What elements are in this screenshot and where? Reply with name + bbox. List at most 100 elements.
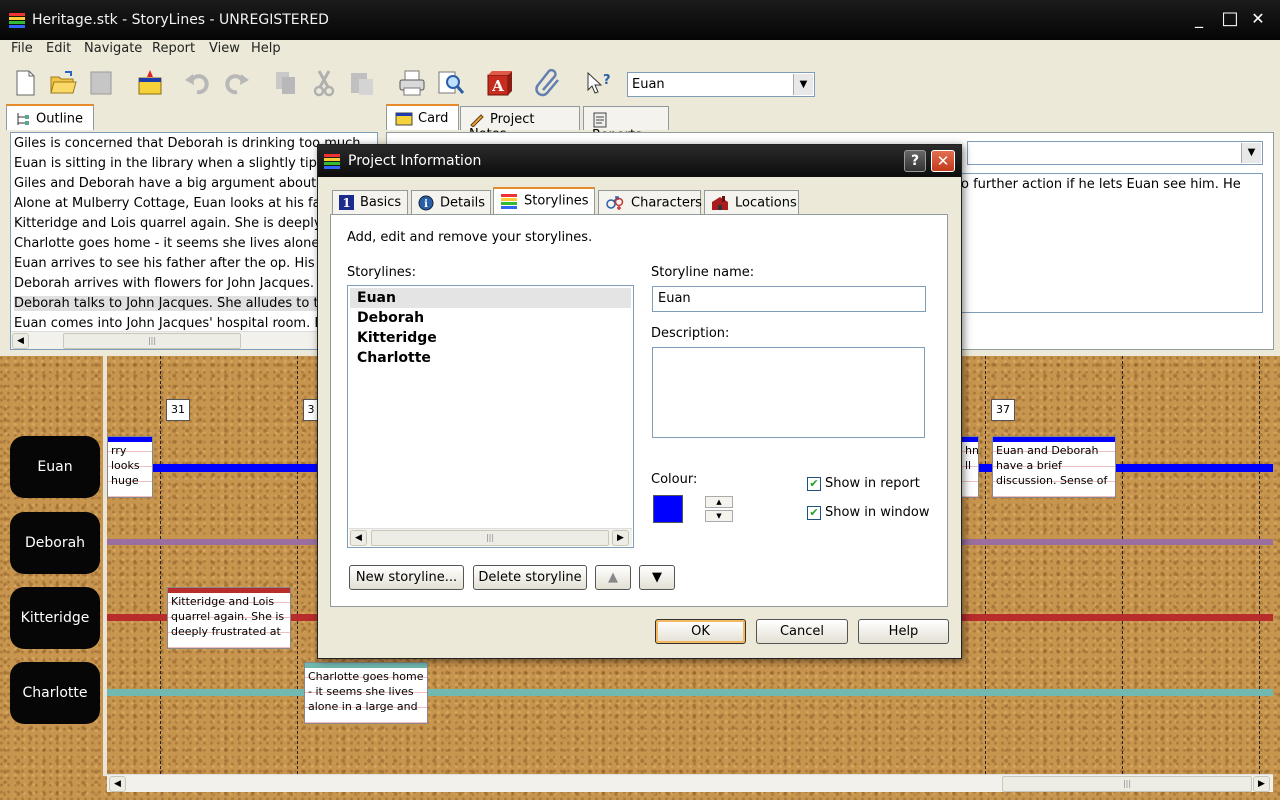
- toolbar: A ? Euan ▼: [0, 62, 1280, 102]
- list-item[interactable]: Charlotte: [350, 348, 631, 368]
- page-number: 37: [991, 399, 1015, 421]
- maximize-button[interactable]: □: [1218, 8, 1242, 32]
- scene-card[interactable]: hn ll: [961, 436, 979, 498]
- pencil-icon: [470, 113, 484, 127]
- page-divider: [1122, 356, 1123, 774]
- scroll-left-icon[interactable]: ◀: [350, 530, 367, 546]
- list-item[interactable]: Euan comes into John Jacques' hospital r…: [14, 316, 341, 330]
- print-icon[interactable]: [397, 68, 427, 98]
- tab-outline[interactable]: Outline: [6, 104, 94, 130]
- scroll-left-icon[interactable]: ◀: [109, 776, 126, 792]
- paste-icon[interactable]: [347, 68, 377, 98]
- list-item[interactable]: Deborah arrives with flowers for John Ja…: [14, 276, 335, 291]
- intro-text: Add, edit and remove your storylines.: [347, 230, 593, 245]
- dialog-help-button[interactable]: ?: [904, 150, 926, 172]
- menu-edit[interactable]: Edit: [46, 41, 71, 56]
- report-icon: [593, 112, 607, 128]
- menu-report[interactable]: Report: [152, 41, 195, 56]
- ok-button[interactable]: OK: [655, 619, 746, 644]
- colour-up-icon[interactable]: ▲: [705, 496, 733, 508]
- list-item[interactable]: Euan arrives to see his father after the…: [14, 256, 345, 271]
- list-item[interactable]: Charlotte goes home - it seems she lives…: [14, 236, 347, 251]
- redo-icon[interactable]: [221, 68, 251, 98]
- tab-reports[interactable]: Reports: [583, 106, 669, 143]
- chevron-down-icon[interactable]: ▼: [1241, 143, 1261, 163]
- new-storyline-button[interactable]: New storyline...: [349, 565, 464, 590]
- list-item[interactable]: Kitteridge: [350, 328, 631, 348]
- tab-characters[interactable]: Characters: [598, 190, 702, 215]
- colour-down-icon[interactable]: ▼: [705, 510, 733, 522]
- help-pointer-icon[interactable]: ?: [583, 68, 613, 98]
- character-select[interactable]: Euan ▼: [627, 72, 815, 97]
- storyline-name-label: Storyline name:: [651, 265, 755, 280]
- gender-icon: [606, 196, 624, 210]
- tab-storylines[interactable]: Storylines: [493, 187, 595, 215]
- location-icon: [712, 196, 728, 210]
- move-down-icon[interactable]: ▼: [639, 565, 675, 590]
- card-icon[interactable]: [135, 68, 165, 98]
- list-item[interactable]: Giles and Deborah have a big argument ab…: [14, 176, 347, 191]
- list-item[interactable]: Deborah: [350, 308, 631, 328]
- help-button[interactable]: Help: [858, 619, 949, 644]
- menu-help[interactable]: Help: [251, 41, 281, 56]
- move-up-icon[interactable]: ▲: [595, 565, 631, 590]
- description-textarea[interactable]: [652, 347, 925, 438]
- tab-basics[interactable]: 1 Basics: [332, 190, 408, 215]
- storyline-line-charlotte: [107, 689, 1273, 696]
- show-in-window-checkbox[interactable]: ✔ Show in window: [807, 505, 930, 520]
- scene-card[interactable]: Euan and Deborah have a brief discussion…: [992, 436, 1116, 498]
- minimize-button[interactable]: _: [1187, 8, 1211, 32]
- scene-card[interactable]: Kitteridge and Lois quarrel again. She i…: [167, 587, 291, 649]
- storyline-label-kitteridge[interactable]: Kitteridge: [10, 587, 100, 649]
- menu-file[interactable]: File: [11, 41, 33, 56]
- delete-storyline-button[interactable]: Delete storyline: [473, 565, 587, 590]
- attach-icon[interactable]: [533, 68, 563, 98]
- scroll-left-icon[interactable]: ◀: [12, 333, 29, 349]
- tab-details[interactable]: i Details: [411, 190, 491, 215]
- tab-locations[interactable]: Locations: [704, 190, 799, 215]
- card-storyline-select[interactable]: ▼: [967, 141, 1263, 165]
- colour-swatch[interactable]: [653, 495, 683, 523]
- card-tab-icon: [395, 112, 413, 125]
- storylines-hscrollbar[interactable]: ◀ ||| ▶: [349, 528, 632, 546]
- storylines-list[interactable]: Euan Deborah Kitteridge Charlotte ◀ ||| …: [347, 285, 634, 548]
- storyline-label-deborah[interactable]: Deborah: [10, 512, 100, 574]
- print-preview-icon[interactable]: [435, 68, 465, 98]
- storyline-label-euan[interactable]: Euan: [10, 436, 100, 498]
- scroll-thumb[interactable]: |||: [371, 530, 609, 546]
- scroll-thumb[interactable]: |||: [1002, 776, 1252, 792]
- app-icon: [324, 154, 340, 169]
- scene-card[interactable]: rry looks huge: [107, 436, 153, 498]
- scene-card[interactable]: Charlotte goes home - it seems she lives…: [304, 662, 428, 724]
- list-item[interactable]: Alone at Mulberry Cottage, Euan looks at…: [14, 196, 347, 211]
- open-folder-icon[interactable]: [48, 68, 78, 98]
- list-item[interactable]: Deborah talks to John Jacques. She allud…: [14, 296, 335, 311]
- storyline-name-input[interactable]: Euan: [652, 286, 926, 312]
- dialog-close-button[interactable]: ✕: [931, 150, 955, 172]
- cut-icon[interactable]: [309, 68, 339, 98]
- copy-icon[interactable]: [271, 68, 301, 98]
- menu-view[interactable]: View: [209, 41, 240, 56]
- board-hscrollbar[interactable]: ◀ ||| ▶: [107, 774, 1273, 792]
- save-icon[interactable]: [86, 68, 116, 98]
- menu-navigate[interactable]: Navigate: [84, 41, 142, 56]
- new-document-icon[interactable]: [10, 68, 40, 98]
- list-item[interactable]: Euan: [350, 288, 631, 308]
- list-item[interactable]: Kitteridge and Lois quarrel again. She i…: [14, 216, 344, 231]
- title-bar: Heritage.stk - StoryLines - UNREGISTERED…: [0, 0, 1280, 40]
- close-button[interactable]: ✕: [1246, 8, 1270, 32]
- cancel-button[interactable]: Cancel: [756, 619, 848, 644]
- storyline-label-charlotte[interactable]: Charlotte: [10, 662, 100, 724]
- show-in-report-checkbox[interactable]: ✔ Show in report: [807, 476, 920, 491]
- card-text-area[interactable]: o further action if he lets Euan see him…: [957, 173, 1263, 313]
- list-item[interactable]: Giles is concerned that Deborah is drink…: [14, 136, 365, 151]
- scroll-right-icon[interactable]: ▶: [1253, 776, 1270, 792]
- scroll-thumb[interactable]: |||: [63, 333, 241, 349]
- tab-project-notes[interactable]: Project Notes: [460, 106, 580, 142]
- tab-card[interactable]: Card: [386, 104, 459, 130]
- info-number-icon: 1: [339, 195, 354, 210]
- font-icon[interactable]: A: [485, 68, 515, 98]
- chevron-down-icon[interactable]: ▼: [793, 74, 813, 95]
- scroll-right-icon[interactable]: ▶: [612, 530, 629, 546]
- undo-icon[interactable]: [183, 68, 213, 98]
